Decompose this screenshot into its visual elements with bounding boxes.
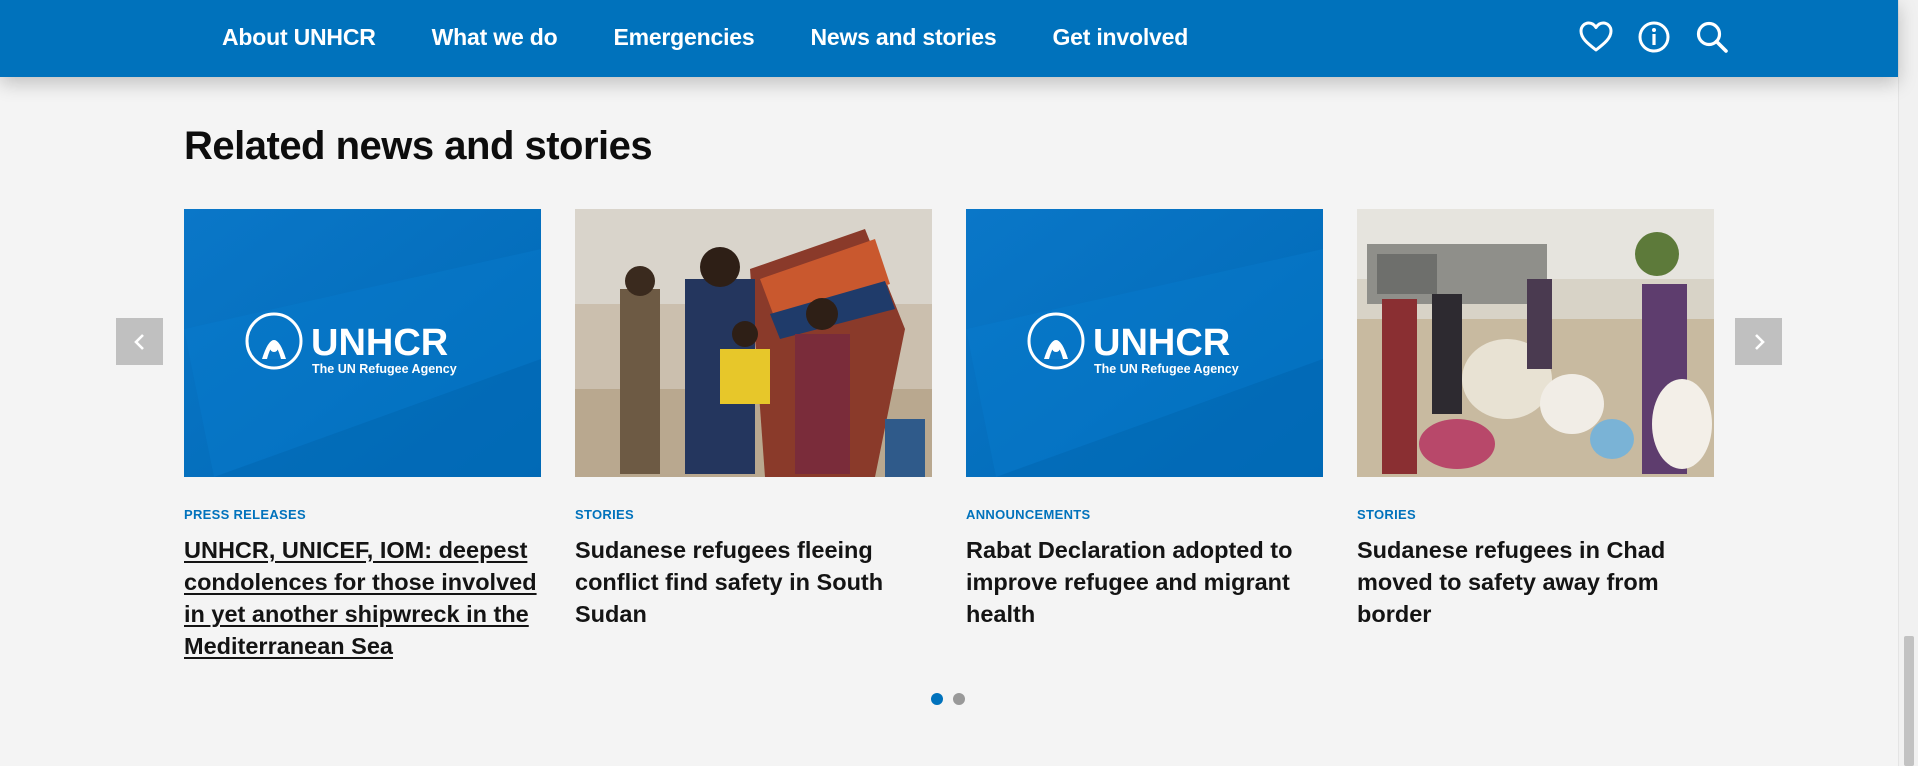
scrollbar-thumb[interactable]: [1904, 636, 1914, 766]
carousel-next-button[interactable]: [1735, 318, 1782, 365]
card-logo-wordmark: UNHCR: [1093, 322, 1230, 364]
card-image-photo[interactable]: [1357, 209, 1714, 477]
news-carousel: UNHCR The UN Refugee Agency PRESS RELEAS…: [184, 209, 1714, 662]
news-card: UNHCR The UN Refugee Agency PRESS RELEAS…: [184, 209, 541, 662]
carousel-dot-1[interactable]: [931, 693, 943, 705]
nav-utility-icons: [1577, 16, 1731, 58]
news-card: UNHCR The UN Refugee Agency ANNOUNCEMENT…: [966, 209, 1323, 662]
card-title-link[interactable]: UNHCR, UNICEF, IOM: deepest condolences …: [184, 534, 541, 662]
card-logo-tagline: The UN Refugee Agency: [312, 362, 457, 376]
card-category: PRESS RELEASES: [184, 507, 306, 522]
info-icon[interactable]: [1635, 18, 1673, 56]
chevron-right-icon: [1754, 333, 1765, 350]
main-menu: About UNHCR What we do Emergencies News …: [222, 0, 1188, 74]
section-title: Related news and stories: [184, 124, 653, 168]
card-title-link[interactable]: Sudanese refugees in Chad moved to safet…: [1357, 534, 1714, 630]
nav-item-get-involved[interactable]: Get involved: [1052, 24, 1188, 51]
nav-item-news-and-stories[interactable]: News and stories: [810, 24, 996, 51]
nav-item-emergencies[interactable]: Emergencies: [613, 24, 754, 51]
heart-icon[interactable]: [1577, 18, 1615, 56]
card-image-unhcr-logo[interactable]: UNHCR The UN Refugee Agency: [966, 209, 1323, 477]
card-title-link[interactable]: Rabat Declaration adopted to improve ref…: [966, 534, 1323, 630]
card-logo-wordmark: UNHCR: [311, 322, 448, 364]
card-logo-tagline: The UN Refugee Agency: [1094, 362, 1239, 376]
card-category: STORIES: [1357, 507, 1416, 522]
news-card: STORIES Sudanese refugees fleeing confli…: [575, 209, 932, 662]
card-category: ANNOUNCEMENTS: [966, 507, 1091, 522]
news-card: STORIES Sudanese refugees in Chad moved …: [1357, 209, 1714, 662]
page-scrollbar[interactable]: [1898, 0, 1918, 766]
search-icon[interactable]: [1693, 18, 1731, 56]
card-image-photo[interactable]: [575, 209, 932, 477]
carousel-dot-2[interactable]: [953, 693, 965, 705]
card-category: STORIES: [575, 507, 634, 522]
carousel-prev-button[interactable]: [116, 318, 163, 365]
nav-item-what-we-do[interactable]: What we do: [432, 24, 558, 51]
nav-item-about-unhcr[interactable]: About UNHCR: [222, 24, 376, 51]
card-image-unhcr-logo[interactable]: UNHCR The UN Refugee Agency: [184, 209, 541, 477]
chevron-left-icon: [133, 333, 144, 350]
card-title-link[interactable]: Sudanese refugees fleeing conflict find …: [575, 534, 932, 630]
top-navigation-bar: About UNHCR What we do Emergencies News …: [0, 0, 1898, 77]
carousel-pagination: [931, 693, 965, 705]
